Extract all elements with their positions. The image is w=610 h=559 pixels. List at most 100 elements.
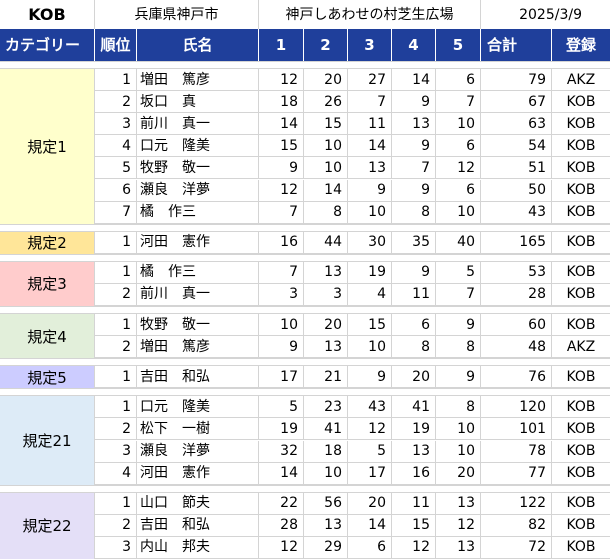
round-1-cell: 16 bbox=[259, 231, 304, 253]
round-3-cell: 17 bbox=[348, 462, 392, 484]
round-4-cell: 13 bbox=[392, 113, 436, 135]
registration-cell: KOB bbox=[566, 93, 596, 110]
round-1-cell: 12 bbox=[259, 536, 304, 558]
rank-cell: 2 bbox=[95, 283, 137, 305]
round-5-cell: 7 bbox=[436, 91, 481, 113]
rank-cell: 1 bbox=[95, 314, 137, 336]
round-2-cell: 23 bbox=[304, 396, 348, 418]
round-3-cell: 6 bbox=[348, 536, 392, 558]
table-row: 1 増田 篤彦 12 20 27 14 6 79 AKZ bbox=[95, 69, 610, 92]
table-row: 1 山口 節夫 22 56 20 11 13 122 KOB bbox=[95, 492, 610, 515]
header-round-2: 2 bbox=[304, 29, 348, 61]
table-row: 3 内山 邦夫 12 29 6 12 13 72 KOB bbox=[95, 536, 610, 559]
name-cell: 瀬良 洋夢 bbox=[137, 440, 259, 462]
group-separator bbox=[0, 484, 610, 493]
round-5-cell: 8 bbox=[436, 396, 481, 418]
name-cell: 坂口 真 bbox=[137, 91, 259, 113]
round-4-cell: 9 bbox=[392, 135, 436, 157]
round-1-cell: 19 bbox=[259, 418, 304, 440]
round-4-cell: 14 bbox=[392, 69, 436, 91]
total-cell: 77 bbox=[481, 462, 552, 484]
round-1-cell: 17 bbox=[259, 366, 304, 388]
round-4-cell: 9 bbox=[392, 261, 436, 283]
total-cell: 63 bbox=[481, 113, 552, 135]
rank-cell: 2 bbox=[95, 336, 137, 358]
registration-cell: KOB bbox=[566, 264, 596, 281]
round-3-cell: 5 bbox=[348, 440, 392, 462]
round-3-cell: 10 bbox=[348, 336, 392, 358]
registration-cell: KOB bbox=[566, 316, 596, 333]
round-4-cell: 16 bbox=[392, 462, 436, 484]
header-round-4: 4 bbox=[392, 29, 436, 61]
round-4-cell: 11 bbox=[392, 283, 436, 305]
header-total: 合計 bbox=[481, 29, 552, 61]
round-1-cell: 3 bbox=[259, 283, 304, 305]
registration-cell: KOB bbox=[566, 495, 596, 512]
round-3-cell: 7 bbox=[348, 91, 392, 113]
name-cell: 内山 邦夫 bbox=[137, 536, 259, 558]
table-row: 2 坂口 真 18 26 7 9 7 67 KOB bbox=[95, 91, 610, 114]
table-row: 5 牧野 敬一 9 10 13 7 12 51 KOB bbox=[95, 157, 610, 180]
round-3-cell: 14 bbox=[348, 514, 392, 536]
round-5-cell: 12 bbox=[436, 514, 481, 536]
round-1-cell: 32 bbox=[259, 440, 304, 462]
round-2-cell: 18 bbox=[304, 440, 348, 462]
round-4-cell: 8 bbox=[392, 201, 436, 223]
registration-cell: KOB bbox=[566, 204, 596, 221]
rank-cell: 6 bbox=[95, 179, 137, 201]
group-separator bbox=[0, 358, 610, 367]
registration-cell: KOB bbox=[566, 465, 596, 482]
category-label: 規定4 bbox=[0, 314, 95, 359]
round-1-cell: 9 bbox=[259, 336, 304, 358]
round-5-cell: 10 bbox=[436, 201, 481, 223]
rank-cell: 3 bbox=[95, 113, 137, 135]
header-round-1: 1 bbox=[259, 29, 304, 61]
category-label: 規定3 bbox=[0, 261, 95, 306]
round-4-cell: 7 bbox=[392, 157, 436, 179]
total-cell: 78 bbox=[481, 440, 552, 462]
round-3-cell: 10 bbox=[348, 201, 392, 223]
round-1-cell: 15 bbox=[259, 135, 304, 157]
info-row: KOB 兵庫県神戸市 神戸しあわせの村芝生広場 2025/3/9 bbox=[0, 0, 610, 30]
round-5-cell: 6 bbox=[436, 135, 481, 157]
round-4-cell: 11 bbox=[392, 492, 436, 514]
total-cell: 60 bbox=[481, 314, 552, 336]
registration-cell: AKZ bbox=[566, 71, 596, 88]
name-cell: 橘 作三 bbox=[137, 261, 259, 283]
table-row: 1 口元 隆美 5 23 43 41 8 120 KOB bbox=[95, 396, 610, 419]
category-label: 規定1 bbox=[0, 69, 95, 224]
group-separator bbox=[0, 306, 610, 314]
round-2-cell: 14 bbox=[304, 179, 348, 201]
rank-cell: 4 bbox=[95, 462, 137, 484]
header-category: カテゴリー bbox=[0, 29, 95, 61]
name-cell: 口元 隆美 bbox=[137, 396, 259, 418]
rank-cell: 5 bbox=[95, 157, 137, 179]
round-3-cell: 13 bbox=[348, 157, 392, 179]
round-4-cell: 12 bbox=[392, 536, 436, 558]
round-4-cell: 19 bbox=[392, 418, 436, 440]
round-3-cell: 30 bbox=[348, 231, 392, 253]
rank-cell: 3 bbox=[95, 440, 137, 462]
total-cell: 67 bbox=[481, 91, 552, 113]
table-row: 1橘 作三 7 13 19 9 5 53 KOB bbox=[95, 261, 610, 284]
category-label: 規定5 bbox=[0, 366, 95, 389]
round-5-cell: 12 bbox=[436, 157, 481, 179]
round-1-cell: 14 bbox=[259, 462, 304, 484]
round-5-cell: 13 bbox=[436, 492, 481, 514]
name-cell: 牧野 敬一 bbox=[137, 314, 259, 336]
round-1-cell: 10 bbox=[259, 314, 304, 336]
registration-cell: KOB bbox=[566, 159, 596, 176]
table-row: 4 口元 隆美 15 10 14 9 6 54 KOB bbox=[95, 135, 610, 158]
round-4-cell: 8 bbox=[392, 336, 436, 358]
round-2-cell: 13 bbox=[304, 514, 348, 536]
round-2-cell: 13 bbox=[304, 261, 348, 283]
registration-cell: KOB bbox=[566, 115, 596, 132]
total-cell: 122 bbox=[481, 492, 552, 514]
registration-cell: KOB bbox=[566, 182, 596, 199]
round-2-cell: 10 bbox=[304, 462, 348, 484]
round-3-cell: 14 bbox=[348, 135, 392, 157]
round-2-cell: 20 bbox=[304, 69, 348, 91]
registration-cell: KOB bbox=[566, 443, 596, 460]
rank-cell: 2 bbox=[95, 418, 137, 440]
total-cell: 72 bbox=[481, 536, 552, 558]
